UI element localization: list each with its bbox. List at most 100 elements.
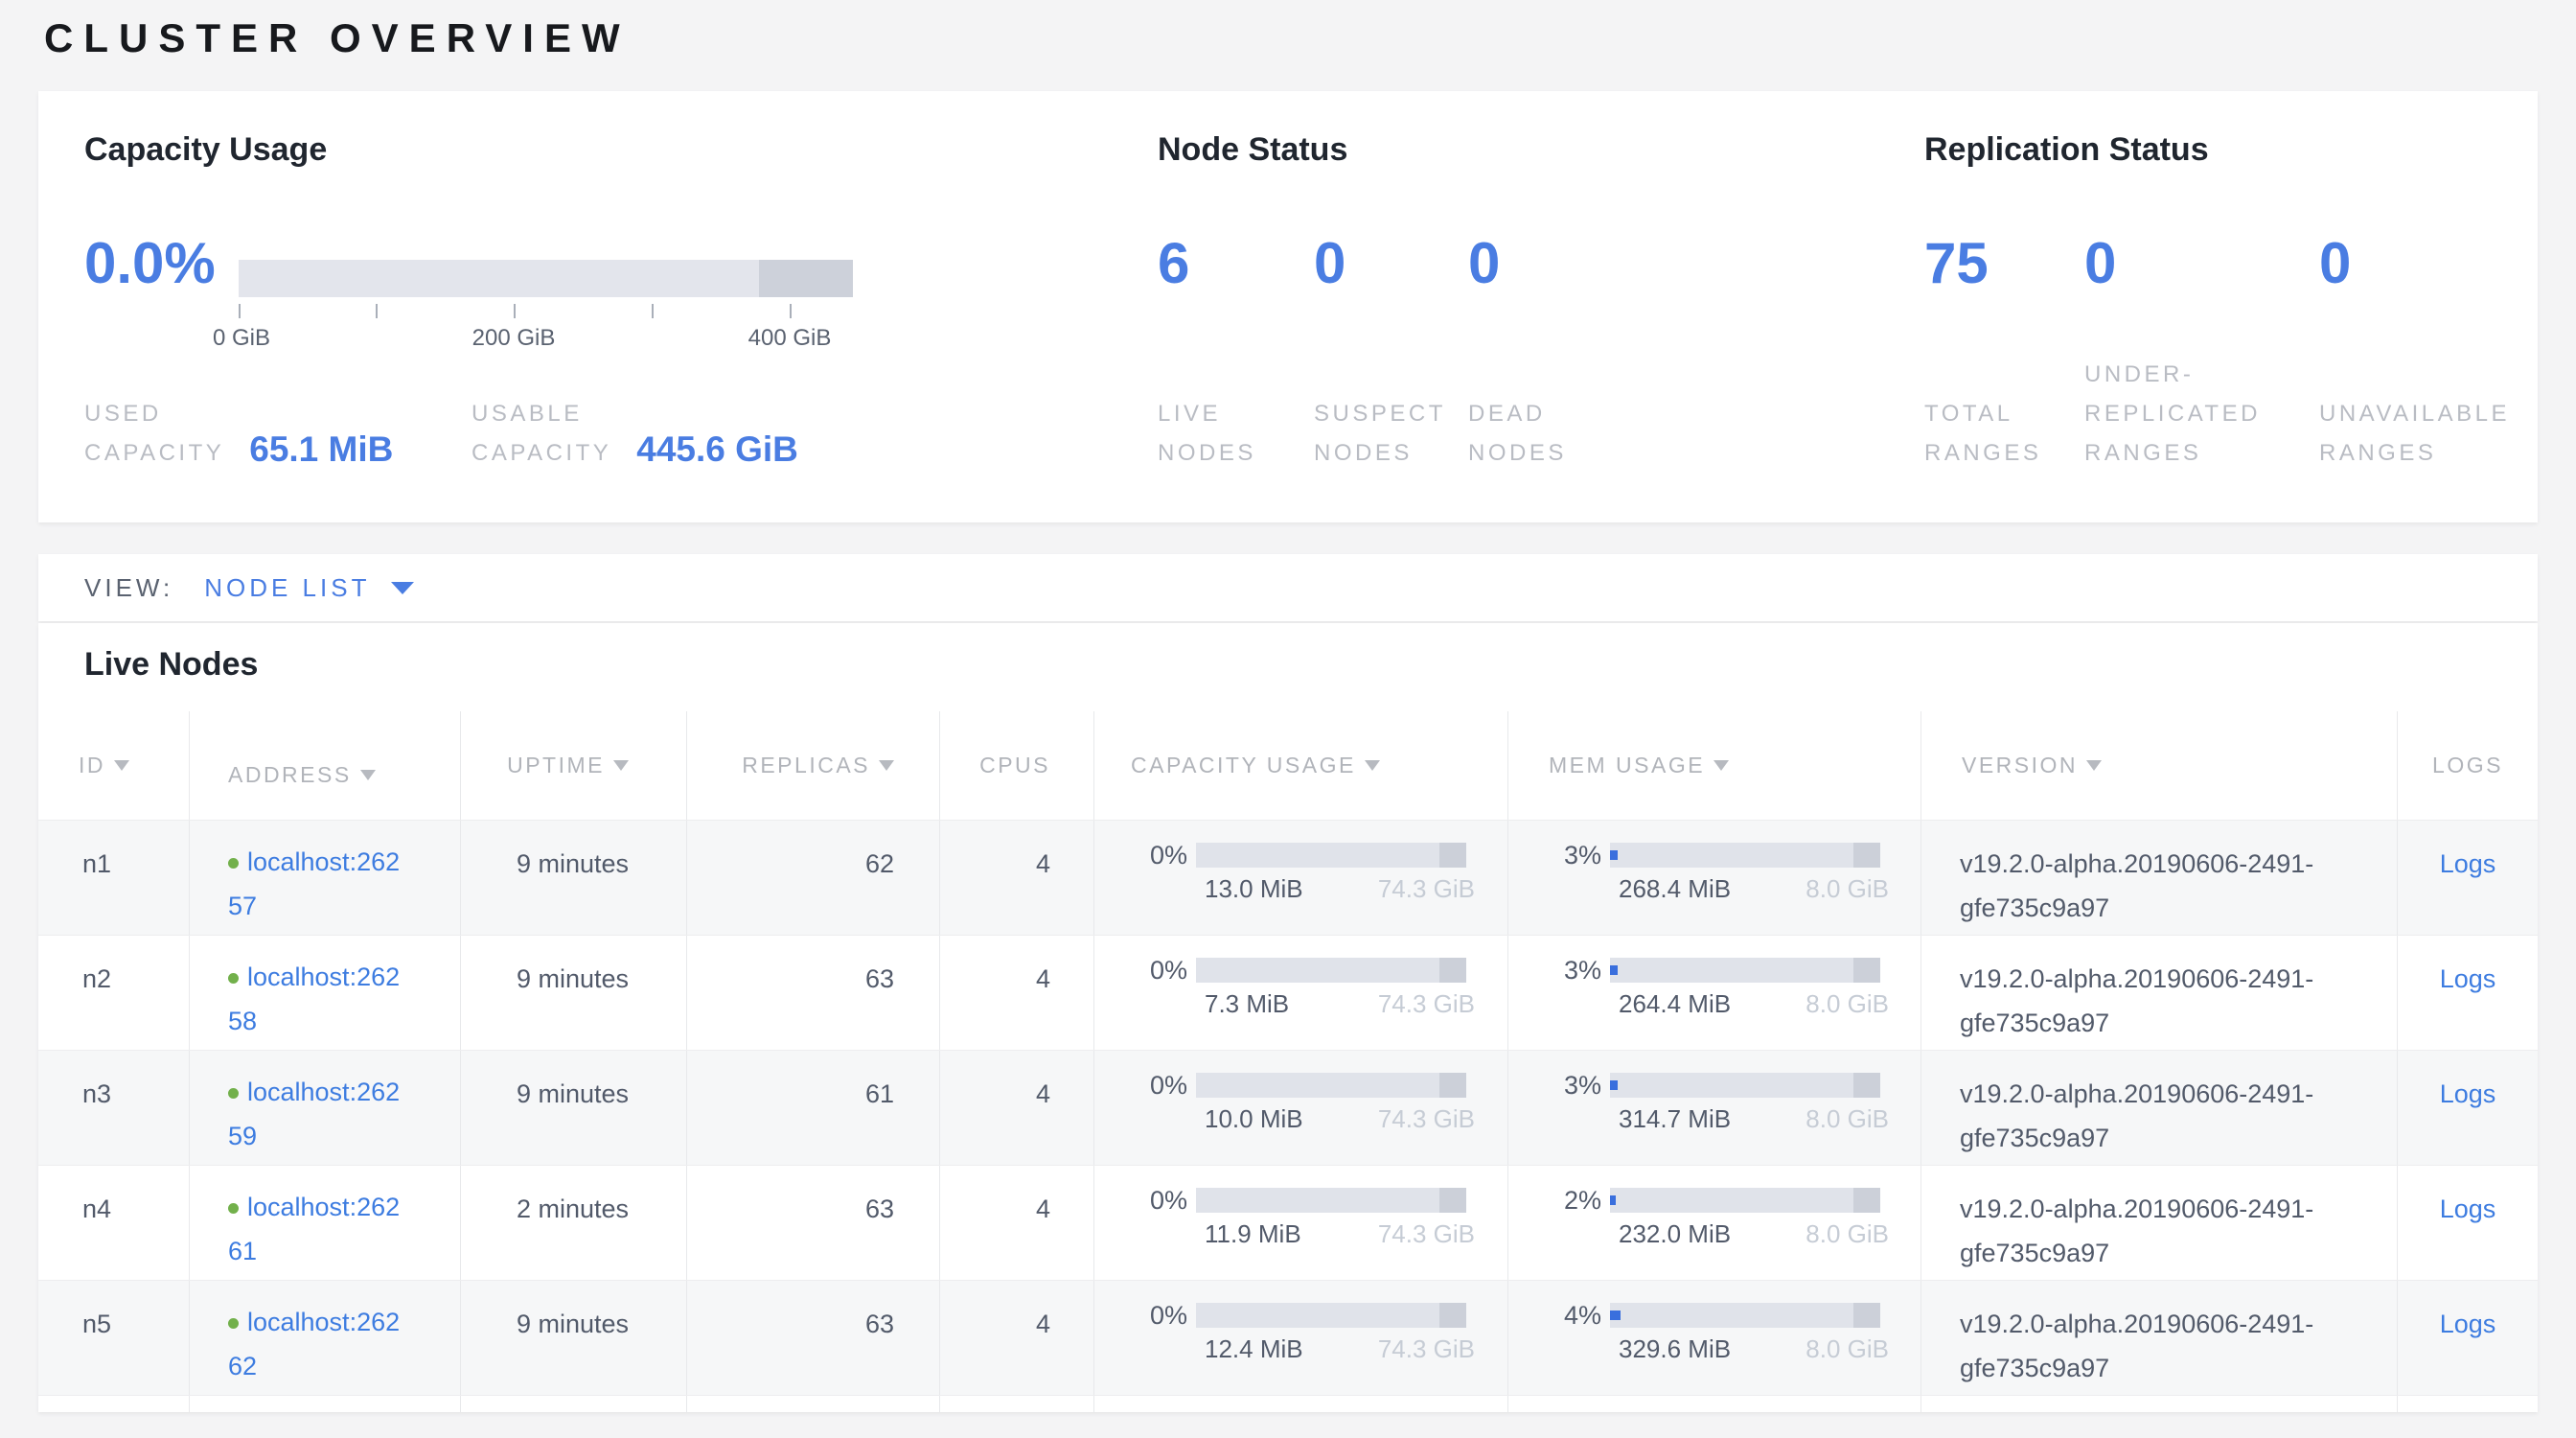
node-logs-cell: Logs <box>2398 1051 2538 1165</box>
capacity-gauge-tail <box>759 260 853 297</box>
node-mem-usage-cell: 3% 314.7 MiB8.0 GiB <box>1508 1051 1921 1165</box>
axis-tick-label: 200 GiB <box>472 325 556 352</box>
table-row: n3 localhost:26259 9 minutes 61 4 0% 10.… <box>38 1050 2538 1165</box>
column-header-capacity-usage[interactable]: CAPACITY USAGE <box>1094 711 1508 820</box>
dead-nodes-count: 0 <box>1468 233 1500 294</box>
total-ranges-label: TOTAL RANGES <box>1924 394 2058 473</box>
node-version-cell: v19.2.0-alpha.20190606-2491-gfe735c9a97 <box>1921 1281 2398 1395</box>
node-id-cell: n3 <box>38 1051 190 1165</box>
used-capacity-label-line1: USED <box>84 394 224 433</box>
live-status-dot-icon <box>228 1318 239 1329</box>
column-header-uptime[interactable]: UPTIME <box>461 711 687 820</box>
node-capacity-usage-cell: 0% 12.4 MiB74.3 GiB <box>1094 1281 1508 1395</box>
node-address-link[interactable]: localhost:26258 <box>228 963 400 1035</box>
mem-usage-bar <box>1610 1303 1880 1328</box>
axis-tick-label: 0 GiB <box>213 325 270 352</box>
column-header-version[interactable]: VERSION <box>1921 711 2398 820</box>
node-capacity-usage-cell: 0% 7.3 MiB74.3 GiB <box>1094 936 1508 1050</box>
capacity-gauge-bar <box>239 260 853 297</box>
column-header-cpus: CPUS <box>940 711 1094 820</box>
capacity-usage-bar <box>1196 1188 1466 1213</box>
node-id-cell: n2 <box>38 936 190 1050</box>
view-dropdown[interactable]: NODE LIST <box>204 573 414 603</box>
page-title: CLUSTER OVERVIEW <box>44 15 631 61</box>
node-logs-cell: Logs <box>2398 1166 2538 1280</box>
node-version-cell: v19.2.0-alpha.20190606-2491-gfe735c9a97 <box>1921 936 2398 1050</box>
view-dropdown-value: NODE LIST <box>204 573 370 603</box>
node-version-cell: v19.2.0-alpha.20190606-2491-gfe735c9a97 <box>1921 821 2398 935</box>
node-uptime-cell: 9 minutes <box>461 936 687 1050</box>
logs-link[interactable]: Logs <box>2440 1079 2496 1108</box>
node-id-cell: n4 <box>38 1166 190 1280</box>
node-replicas-cell: 63 <box>687 936 940 1050</box>
logs-link[interactable]: Logs <box>2440 964 2496 993</box>
mem-usage-bar <box>1610 1073 1880 1098</box>
sort-arrow-icon <box>1365 760 1380 771</box>
column-header-address[interactable]: ADDRESS <box>190 711 461 820</box>
column-header-replicas[interactable]: REPLICAS <box>687 711 940 820</box>
under-replicated-ranges-label: UNDER-REPLICATED RANGES <box>2084 355 2262 473</box>
sort-arrow-icon <box>613 760 629 771</box>
column-header-id[interactable]: ID <box>38 711 190 820</box>
sort-arrow-icon <box>114 760 129 771</box>
logs-link[interactable]: Logs <box>2440 1310 2496 1338</box>
table-header-row: ID ADDRESS UPTIME REPLICAS CPUS CAPACITY… <box>38 711 2538 820</box>
node-logs-cell: Logs <box>2398 821 2538 935</box>
capacity-percent-value: 0.0% <box>84 233 216 294</box>
logs-link[interactable]: Logs <box>2440 1194 2496 1223</box>
cluster-summary-card: Capacity Usage Node Status Replication S… <box>38 91 2538 522</box>
node-cpus-cell: 4 <box>940 821 1094 935</box>
node-logs-cell: Logs <box>2398 936 2538 1050</box>
node-status-title: Node Status <box>1158 131 1347 169</box>
node-address-link[interactable]: localhost:26262 <box>228 1308 400 1380</box>
node-address-cell: localhost:26258 <box>190 936 461 1050</box>
live-nodes-title: Live Nodes <box>84 646 258 684</box>
column-header-mem-usage[interactable]: MEM USAGE <box>1508 711 1921 820</box>
node-address-cell: localhost:26262 <box>190 1281 461 1395</box>
node-cpus-cell: 4 <box>940 1281 1094 1395</box>
live-status-dot-icon <box>228 858 239 869</box>
node-uptime-cell: 9 minutes <box>461 1281 687 1395</box>
dead-nodes-label: DEAD NODES <box>1468 394 1593 473</box>
logs-link[interactable]: Logs <box>2440 849 2496 878</box>
sort-arrow-icon <box>879 760 894 771</box>
table-row: n5 localhost:26262 9 minutes 63 4 0% 12.… <box>38 1280 2538 1395</box>
capacity-usage-bar <box>1196 1073 1466 1098</box>
node-uptime-cell: 9 minutes <box>461 821 687 935</box>
node-id-cell: n1 <box>38 821 190 935</box>
unavailable-ranges-count: 0 <box>2319 233 2351 294</box>
suspect-nodes-count: 0 <box>1314 233 1346 294</box>
node-mem-usage-cell: 2% 232.0 MiB8.0 GiB <box>1508 1166 1921 1280</box>
node-address-link[interactable]: localhost:26261 <box>228 1193 400 1265</box>
node-capacity-usage-cell: 0% 11.9 MiB74.3 GiB <box>1094 1166 1508 1280</box>
node-address-cell: localhost:26261 <box>190 1166 461 1280</box>
node-id-cell: n5 <box>38 1281 190 1395</box>
usable-capacity-value: 445.6 GiB <box>636 429 798 473</box>
suspect-nodes-label: SUSPECT NODES <box>1314 394 1467 473</box>
node-address-link[interactable]: localhost:26259 <box>228 1078 400 1150</box>
axis-tick <box>652 304 654 318</box>
node-capacity-usage-cell: 0% 10.0 MiB74.3 GiB <box>1094 1051 1508 1165</box>
live-nodes-count: 6 <box>1158 233 1189 294</box>
usable-capacity-label-line1: USABLE <box>472 394 611 433</box>
live-nodes-label: LIVE NODES <box>1158 394 1275 473</box>
node-mem-usage-cell: 3% 268.4 MiB8.0 GiB <box>1508 821 1921 935</box>
chevron-down-icon <box>391 582 414 594</box>
axis-tick <box>514 304 516 318</box>
live-nodes-table: ID ADDRESS UPTIME REPLICAS CPUS CAPACITY… <box>38 711 2538 1412</box>
mem-usage-bar <box>1610 843 1880 868</box>
node-version-cell: v19.2.0-alpha.20190606-2491-gfe735c9a97 <box>1921 1166 2398 1280</box>
sort-arrow-icon <box>360 770 376 780</box>
table-row: n4 localhost:26261 2 minutes 63 4 0% 11.… <box>38 1165 2538 1280</box>
capacity-usage-bar <box>1196 843 1466 868</box>
node-replicas-cell: 62 <box>687 821 940 935</box>
table-row-partial <box>38 1395 2538 1412</box>
node-cpus-cell: 4 <box>940 1051 1094 1165</box>
node-address-link[interactable]: localhost:26257 <box>228 847 400 920</box>
mem-usage-bar <box>1610 958 1880 983</box>
live-status-dot-icon <box>228 973 239 984</box>
usable-capacity-stat: USABLE CAPACITY 445.6 GiB <box>472 394 798 473</box>
sort-arrow-icon <box>2086 760 2102 771</box>
node-address-cell: localhost:26257 <box>190 821 461 935</box>
used-capacity-label-line2: CAPACITY <box>84 433 224 473</box>
